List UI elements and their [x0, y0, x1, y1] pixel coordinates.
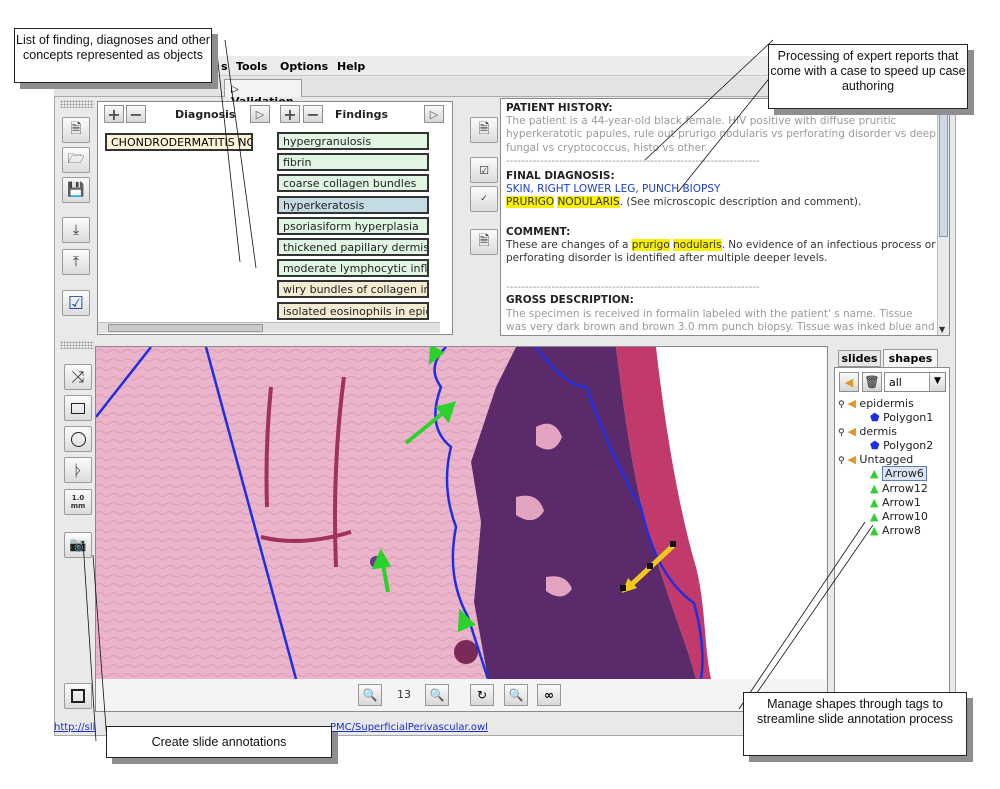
callout-reports: Processing of expert reports that come w… — [768, 44, 968, 109]
callout-leaders — [82, 34, 874, 742]
callout-objects: List of finding, diagnoses and other con… — [14, 28, 212, 83]
screenshot-stage: s Tools Options Help ▷ Validation 🗎 🗁 💾 … — [0, 0, 1000, 789]
callout-shapes: Manage shapes through tags to streamline… — [743, 692, 967, 756]
callout-annotations: Create slide annotations — [106, 726, 332, 758]
